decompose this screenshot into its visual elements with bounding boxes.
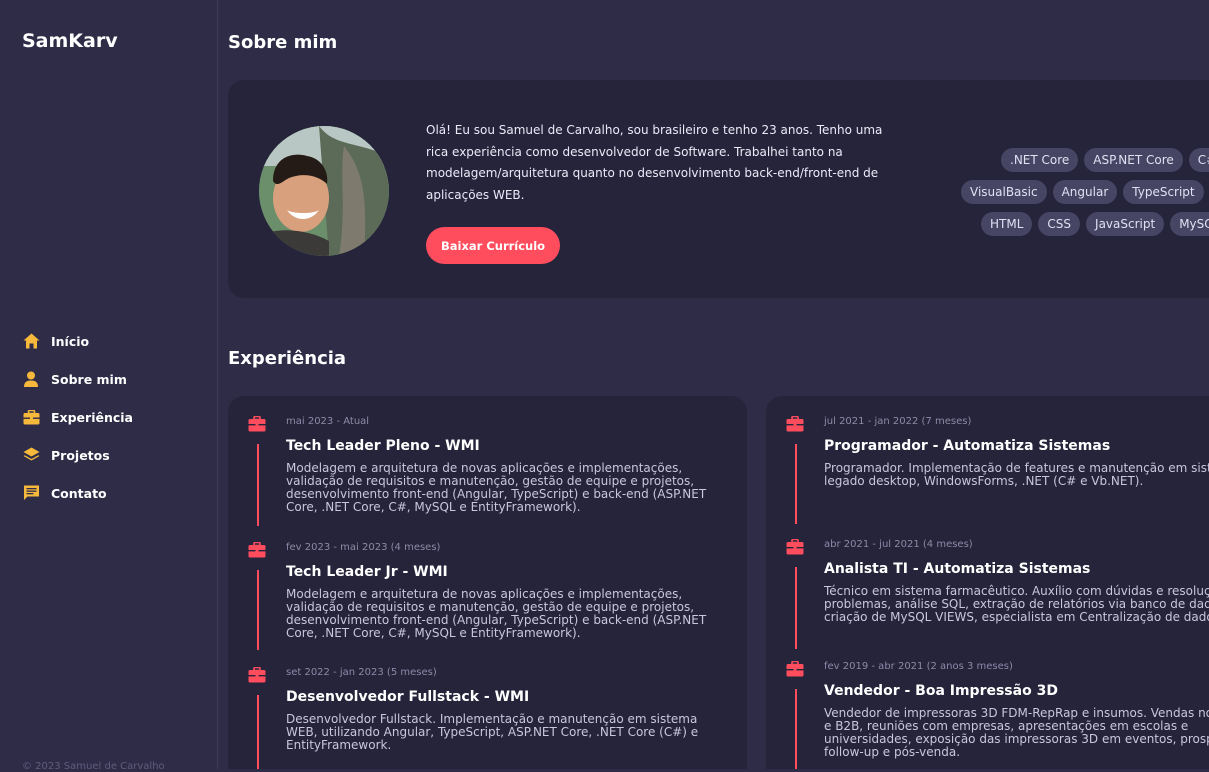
timeline-line <box>257 695 259 769</box>
brand-logo[interactable]: SamKarv <box>22 30 118 52</box>
skills-row: .NET Core ASP.NET Core C# <box>1001 144 1209 176</box>
skills-list: .NET Core ASP.NET Core C# VisualBasic An… <box>961 144 1209 240</box>
main-content: Sobre mim Olá! Eu sou Samuel de Carvalho… <box>218 0 1209 769</box>
briefcase-icon <box>786 539 804 555</box>
experience-date: abr 2021 - jul 2021 (4 meses) <box>824 539 973 550</box>
nav-label: Contato <box>51 485 107 501</box>
home-icon <box>22 332 40 350</box>
experience-description: Técnico em sistema farmacêutico. Auxílio… <box>824 584 1209 624</box>
section-title-experience: Experiência <box>228 348 347 369</box>
skill-chip: TypeScript <box>1123 180 1204 204</box>
briefcase-icon <box>248 667 266 683</box>
section-title-about: Sobre mim <box>228 32 338 53</box>
user-icon <box>22 370 40 388</box>
experience-description: Desenvolvedor Fullstack. Implementação e… <box>286 712 699 752</box>
nav-label: Experiência <box>51 409 133 425</box>
experience-date: fev 2023 - mai 2023 (4 meses) <box>286 542 441 553</box>
experience-date: mai 2023 - Atual <box>286 416 370 427</box>
experience-date: jul 2021 - jan 2022 (7 meses) <box>824 416 972 427</box>
timeline-line <box>795 444 797 524</box>
nav-label: Início <box>51 333 90 349</box>
skill-chip: VisualBasic <box>961 180 1047 204</box>
timeline-line <box>795 567 797 649</box>
experience-description: Vendedor de impressoras 3D FDM-RepRap e … <box>824 706 1209 759</box>
layers-icon <box>22 446 40 464</box>
experience-role: Programador - Automatiza Sistemas <box>824 438 1111 454</box>
nav-item-contato[interactable]: Contato <box>22 474 133 512</box>
skills-row: HTML CSS JavaScript MySQL <box>981 208 1209 240</box>
skills-row: VisualBasic Angular TypeScript <box>961 176 1209 208</box>
experience-role: Vendedor - Boa Impressão 3D <box>824 683 1058 699</box>
skill-chip: ASP.NET Core <box>1084 148 1183 172</box>
nav-item-projetos[interactable]: Projetos <box>22 436 133 474</box>
sidebar-nav: Início Sobre mim Experiência Projetos Co… <box>22 322 133 512</box>
experience-card-1: mai 2023 - Atual Tech Leader Pleno - WMI… <box>228 396 747 769</box>
about-description: Olá! Eu sou Samuel de Carvalho, sou bras… <box>426 123 883 202</box>
skill-chip: MySQL <box>1170 212 1209 236</box>
message-icon <box>22 484 40 502</box>
experience-description: Modelagem e arquitetura de novas aplicaç… <box>286 461 707 514</box>
experience-role: Desenvolvedor Fullstack - WMI <box>286 689 530 705</box>
briefcase-icon <box>22 408 40 426</box>
timeline-line <box>795 689 797 769</box>
experience-role: Analista TI - Automatiza Sistemas <box>824 561 1091 577</box>
skill-chip: JavaScript <box>1086 212 1165 236</box>
nav-label: Projetos <box>51 447 110 463</box>
briefcase-icon <box>248 416 266 432</box>
experience-description: Programador. Implementação de features e… <box>824 461 1209 488</box>
skill-chip: C# <box>1188 148 1209 172</box>
experience-role: Tech Leader Jr - WMI <box>286 564 448 580</box>
experience-role: Tech Leader Pleno - WMI <box>286 438 480 454</box>
skill-chip: Angular <box>1052 180 1118 204</box>
experience-description: Modelagem e arquitetura de novas aplicaç… <box>286 587 707 640</box>
skill-chip: HTML <box>981 212 1033 236</box>
nav-item-sobre-mim[interactable]: Sobre mim <box>22 360 133 398</box>
skill-chip: .NET Core <box>1001 148 1079 172</box>
nav-item-experiencia[interactable]: Experiência <box>22 398 133 436</box>
about-card: Olá! Eu sou Samuel de Carvalho, sou bras… <box>228 80 1209 298</box>
skill-chip: CSS <box>1038 212 1081 236</box>
experience-date: fev 2019 - abr 2021 (2 anos 3 meses) <box>824 661 1013 672</box>
timeline-line <box>257 444 259 526</box>
timeline-line <box>257 570 259 650</box>
experience-card-2: jul 2021 - jan 2022 (7 meses) Programado… <box>766 396 1209 769</box>
profile-photo <box>259 126 389 256</box>
nav-label: Sobre mim <box>51 371 127 387</box>
nav-item-inicio[interactable]: Início <box>22 322 133 360</box>
download-cv-button[interactable]: Baixar Currículo <box>426 227 561 264</box>
briefcase-icon <box>248 542 266 558</box>
sidebar: SamKarv Início Sobre mim Experiência Pro… <box>0 0 218 772</box>
footer-copyright: © 2023 Samuel de Carvalho <box>22 761 165 772</box>
experience-date: set 2022 - jan 2023 (5 meses) <box>286 667 437 678</box>
briefcase-icon <box>786 416 804 432</box>
briefcase-icon <box>786 661 804 677</box>
